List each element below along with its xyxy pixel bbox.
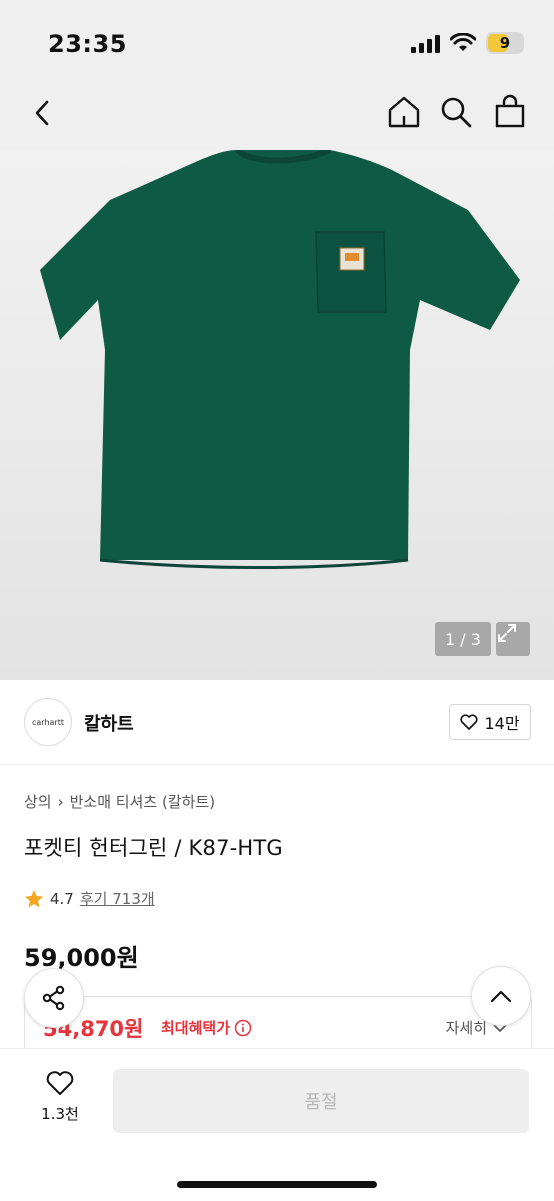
- shopping-bag-icon[interactable]: [492, 94, 528, 130]
- brand-name[interactable]: 칼하트: [84, 710, 134, 736]
- scroll-to-top-button[interactable]: [471, 966, 531, 1026]
- status-time: 23:35: [48, 30, 127, 58]
- sold-out-button[interactable]: 품절: [113, 1069, 529, 1133]
- wishlist-button[interactable]: 1.3천: [34, 1069, 86, 1124]
- product-title: 포켓티 헌터그린 / K87-HTG: [24, 836, 283, 860]
- rating-value: 4.7: [50, 889, 74, 908]
- battery-icon: 9: [486, 32, 524, 54]
- wifi-icon: [450, 33, 476, 51]
- bottom-action-bar: 1.3천 품절: [0, 1048, 554, 1201]
- tshirt-product-image: [40, 150, 520, 569]
- breadcrumb-item[interactable]: 상의: [24, 791, 52, 812]
- share-button[interactable]: [24, 968, 84, 1028]
- expand-icon: [498, 624, 516, 642]
- chevron-up-icon: [490, 990, 512, 1003]
- rating-row: 4.7 후기 713개: [24, 888, 155, 909]
- chevron-left-icon[interactable]: [28, 98, 58, 128]
- product-price: 59,000원: [24, 944, 139, 972]
- image-pager: 1 / 3: [435, 622, 491, 656]
- status-bar: 23:35 9: [0, 0, 554, 86]
- expand-image-button[interactable]: [496, 622, 530, 656]
- heart-icon: [460, 714, 478, 730]
- info-icon[interactable]: [234, 1019, 252, 1037]
- brand-logo[interactable]: carhartt: [24, 698, 72, 746]
- heart-icon: [46, 1071, 74, 1095]
- breadcrumb-item[interactable]: 반소매 티셔츠 (칼하트): [70, 791, 215, 812]
- home-indicator: [177, 1181, 377, 1188]
- brand-row: carhartt 칼하트 14만: [0, 680, 554, 765]
- benefit-label: 최대혜택가: [161, 1017, 252, 1038]
- status-icons: 9: [411, 32, 524, 54]
- review-count-link[interactable]: 후기 713개: [80, 888, 155, 909]
- home-icon[interactable]: [386, 94, 422, 130]
- chevron-right-icon: ›: [57, 792, 64, 811]
- top-navigation: [0, 86, 554, 150]
- brand-like-count: 14만: [484, 714, 520, 733]
- search-icon[interactable]: [438, 94, 474, 130]
- wishlist-count: 1.3천: [41, 1105, 79, 1123]
- share-icon: [42, 985, 65, 1011]
- breadcrumb: 상의 › 반소매 티셔츠 (칼하트): [24, 791, 215, 812]
- star-icon: [25, 889, 43, 907]
- brand-like-button[interactable]: 14만: [449, 704, 531, 740]
- cellular-signal-icon: [411, 33, 440, 53]
- product-image-gallery[interactable]: 1 / 3: [0, 150, 554, 680]
